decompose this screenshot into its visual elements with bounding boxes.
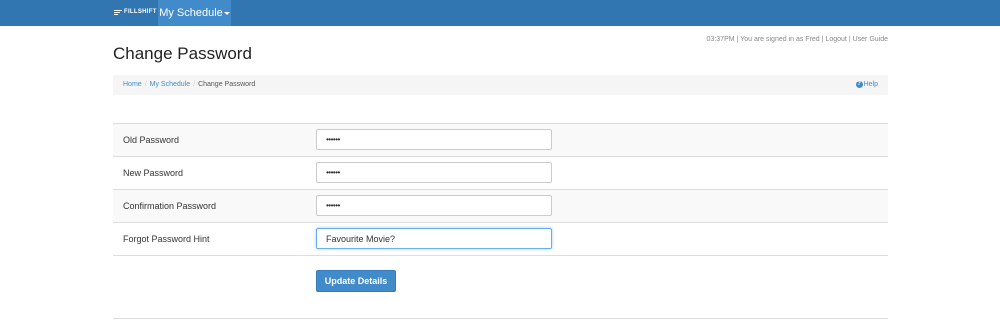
breadcrumb-separator: / <box>193 81 196 88</box>
form-row-confirm-password: Confirmation Password <box>113 189 888 223</box>
old-password-input[interactable] <box>316 129 552 150</box>
logout-link[interactable]: Logout <box>825 36 846 43</box>
page-title: Change Password <box>113 44 252 63</box>
form-actions-row: Update Details <box>113 255 888 319</box>
old-password-label: Old Password <box>123 135 180 145</box>
form-row-old-password: Old Password <box>113 123 888 157</box>
form-row-new-password: New Password <box>113 156 888 190</box>
confirm-password-label: Confirmation Password <box>123 201 217 211</box>
update-details-button[interactable]: Update Details <box>316 270 396 292</box>
new-password-input[interactable] <box>316 162 552 183</box>
brand-icon <box>114 9 122 15</box>
top-navbar: FILLSHIFT My Schedule <box>0 0 1000 26</box>
breadcrumb-current: Change Password <box>198 81 256 88</box>
user-guide-link[interactable]: User Guide <box>853 36 888 43</box>
password-hint-label: Forgot Password Hint <box>123 234 210 244</box>
user-status: 03:37PM | You are signed in as Fred | Lo… <box>706 36 888 43</box>
breadcrumb-separator: / <box>144 81 147 88</box>
breadcrumb-home[interactable]: Home <box>123 81 142 88</box>
help-label: Help <box>863 81 878 88</box>
brand-name: FILLSHIFT <box>124 9 157 15</box>
password-hint-input[interactable] <box>316 228 552 249</box>
form-row-password-hint: Forgot Password Hint <box>113 222 888 256</box>
new-password-label: New Password <box>123 168 184 178</box>
nav-my-schedule[interactable]: My Schedule <box>158 0 231 26</box>
breadcrumb-my-schedule[interactable]: My Schedule <box>150 81 190 88</box>
help-link[interactable]: ? Help <box>855 81 878 88</box>
brand-logo[interactable]: FILLSHIFT <box>114 9 157 15</box>
caret-down-icon <box>223 11 230 15</box>
confirm-password-input[interactable] <box>316 195 552 216</box>
status-time: 03:37PM <box>706 36 735 43</box>
signed-in-text: You are signed in as Fred <box>740 36 820 43</box>
breadcrumb: Home / My Schedule / Change Password ? Help <box>113 75 888 95</box>
question-circle-icon: ? <box>855 81 863 88</box>
nav-my-schedule-label: My Schedule <box>159 7 223 19</box>
